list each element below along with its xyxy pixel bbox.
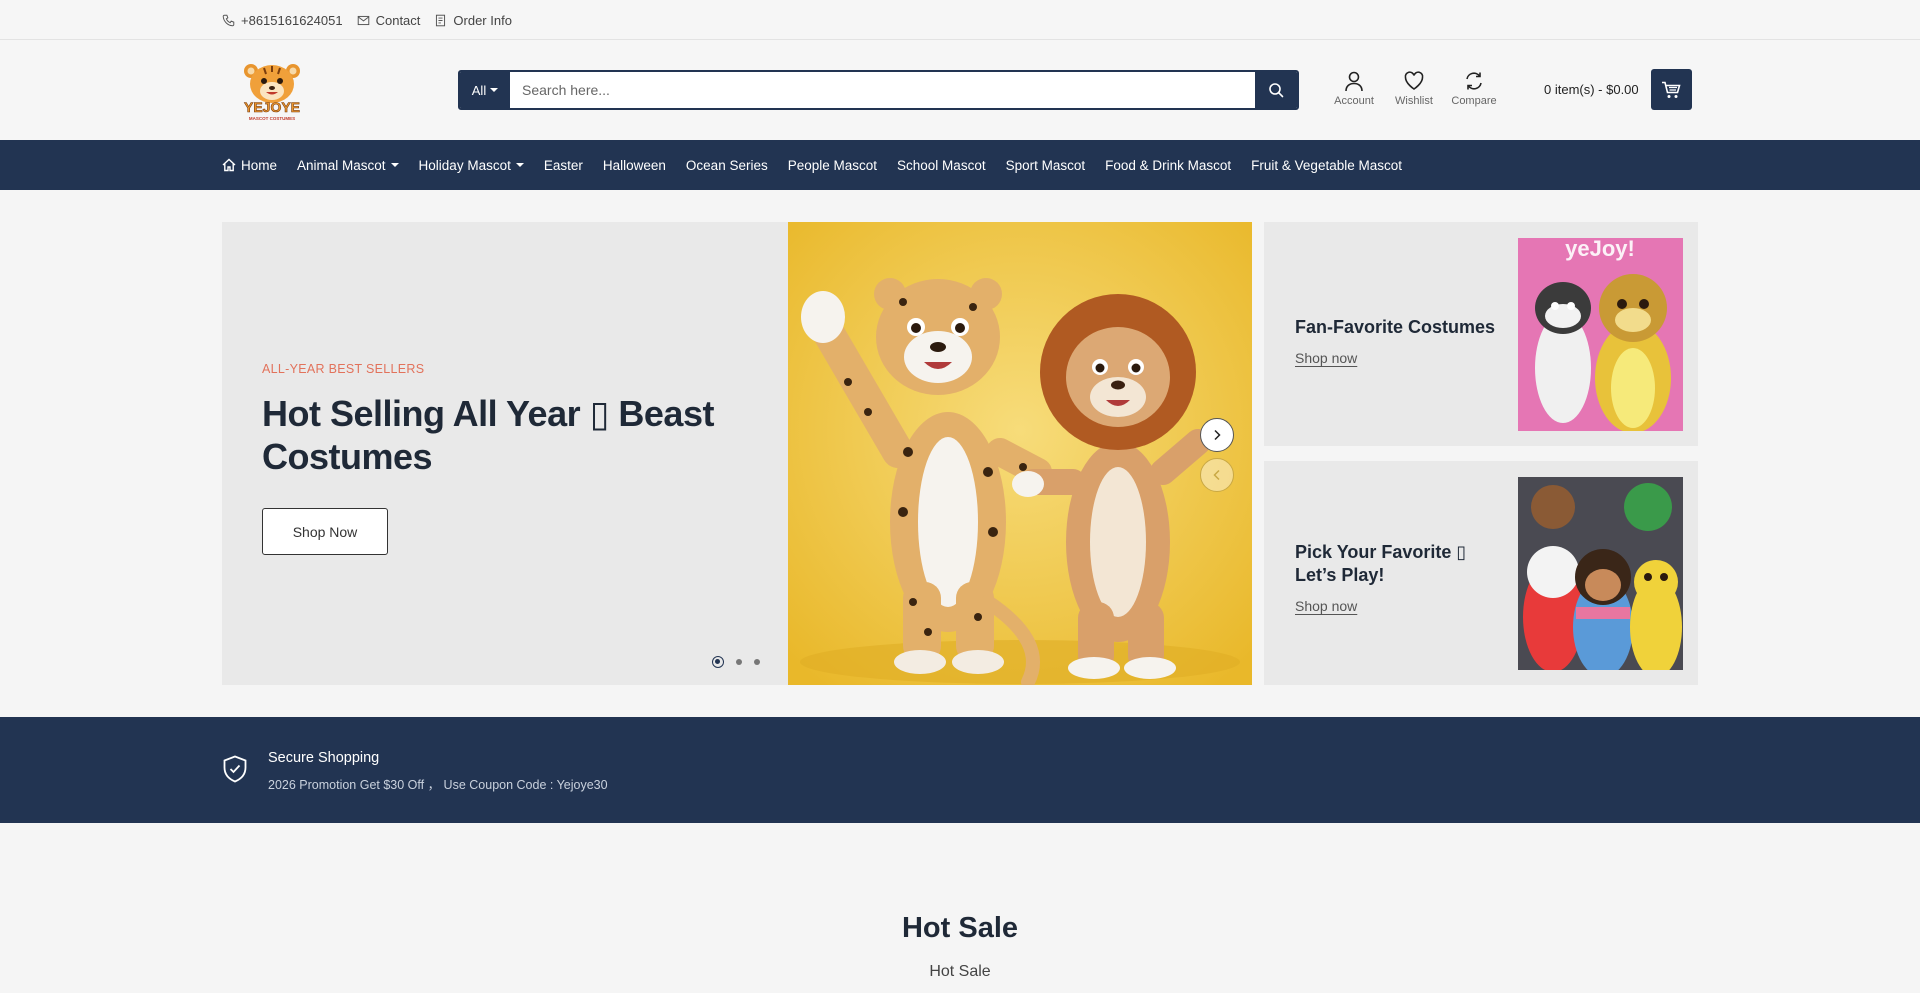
banner-shop-now-link[interactable]: Shop now	[1295, 598, 1357, 614]
nav-label: Sport Mascot	[1005, 157, 1086, 173]
nav-item-easter[interactable]: Easter	[544, 158, 583, 173]
feature-title: Secure Shopping	[268, 750, 380, 766]
contact-label: Contact	[375, 12, 421, 28]
hero-subtitle: ALL-YEAR BEST SELLERS	[262, 362, 425, 376]
hero-title: Hot Selling All Year ▯ Beast Costumes	[262, 393, 714, 477]
slider-dot-1[interactable]	[712, 656, 724, 668]
svg-text:YEJOYE: YEJOYE	[244, 99, 300, 115]
banner-shop-now-link[interactable]: Shop now	[1295, 350, 1357, 366]
account-label: Account	[1334, 95, 1374, 107]
banner-title: Pick Your Favorite ▯ Let’s Play!	[1295, 542, 1467, 585]
nav-item-school-mascot[interactable]: School Mascot	[897, 158, 986, 173]
nav-item-animal-mascot[interactable]: Animal Mascot	[297, 158, 399, 173]
nav-label: Home	[241, 157, 278, 173]
header-actions: Account Wishlist Compare	[1330, 70, 1498, 107]
heart-icon	[1404, 71, 1424, 90]
shield-check-icon	[223, 755, 247, 783]
top-bar: +8615161624051 Contact Order Info	[0, 0, 1920, 40]
section-subtitle: Hot Sale	[929, 963, 991, 980]
slider-prev-button[interactable]	[1200, 458, 1234, 492]
section-title: Hot Sale	[901, 912, 1019, 944]
refresh-icon	[1466, 72, 1482, 90]
chevron-down-icon	[390, 163, 399, 167]
nav-label: Animal Mascot	[297, 157, 386, 173]
banner-mascot-image: yeJoy!	[1518, 238, 1683, 431]
nav-item-people-mascot[interactable]: People Mascot	[788, 158, 877, 173]
contact-link[interactable]: Contact	[357, 12, 421, 28]
nav-item-fruit-vegetable-mascot[interactable]: Fruit & Vegetable Mascot	[1251, 158, 1402, 173]
slider-dot-3[interactable]	[754, 659, 760, 665]
nav-item-holiday-mascot[interactable]: Holiday Mascot	[419, 158, 524, 173]
chevron-right-icon	[1214, 429, 1221, 441]
nav-label: Halloween	[602, 157, 666, 173]
chevron-down-icon	[515, 163, 524, 167]
nav-label: Ocean Series	[685, 157, 768, 173]
wishlist-button[interactable]: Wishlist	[1390, 70, 1438, 107]
user-icon	[1345, 71, 1363, 92]
order-info-label: Order Info	[453, 12, 512, 28]
nav-label: Holiday Mascot	[418, 157, 511, 173]
phone-number: +8615161624051	[241, 12, 343, 28]
document-icon	[436, 14, 446, 26]
slider-dot-2[interactable]	[736, 659, 742, 665]
nav-label: Fruit & Vegetable Mascot	[1251, 157, 1402, 173]
mail-icon	[357, 15, 369, 25]
phone-icon	[222, 14, 235, 26]
nav-item-ocean-series[interactable]: Ocean Series	[686, 158, 768, 173]
search-category-label: All	[471, 82, 487, 98]
search-input[interactable]	[510, 72, 1255, 108]
nav-label: School Mascot	[897, 157, 986, 173]
slider-pagination	[712, 656, 760, 668]
nav-item-home[interactable]: Home	[222, 158, 277, 173]
header: YEJOYE MASCOT COSTUMES All Account Wishl…	[0, 40, 1920, 140]
nav-label: Food & Drink Mascot	[1105, 157, 1232, 173]
slider-next-button[interactable]	[1200, 418, 1234, 452]
feature-description: 2026 Promotion Get $30 Off ， Use Coupon …	[268, 778, 608, 792]
nav-item-halloween[interactable]: Halloween	[603, 158, 666, 173]
cart-button[interactable]: 0 item(s) - $0.00	[1544, 69, 1692, 110]
search-button[interactable]	[1255, 72, 1297, 108]
search-category-dropdown[interactable]: All	[460, 72, 510, 108]
cart-icon-button[interactable]	[1650, 69, 1692, 110]
tiger-logo-icon: YEJOYE MASCOT COSTUMES	[244, 64, 300, 121]
feature-strip: Secure Shopping 2026 Promotion Get $30 O…	[0, 717, 1920, 823]
promo-banner-fan-favorite[interactable]: Fan-Favorite Costumes Shop now yeJoy!	[1264, 222, 1698, 446]
phone-link[interactable]: +8615161624051	[222, 13, 343, 28]
main-navigation: Home Animal Mascot Holiday Mascot Easter…	[0, 140, 1920, 190]
cart-summary: 0 item(s) - $0.00	[1544, 82, 1639, 97]
hero-shop-now-button[interactable]: Shop Now	[262, 508, 388, 555]
wishlist-label: Wishlist	[1395, 95, 1433, 107]
compare-button[interactable]: Compare	[1450, 70, 1498, 107]
nav-item-food-drink-mascot[interactable]: Food & Drink Mascot	[1105, 158, 1231, 173]
compare-label: Compare	[1451, 95, 1497, 107]
shopping-cart-icon	[1662, 81, 1681, 98]
chevron-left-icon	[1213, 469, 1220, 481]
site-logo[interactable]: YEJOYE MASCOT COSTUMES	[236, 58, 308, 122]
svg-text:MASCOT COSTUMES: MASCOT COSTUMES	[249, 116, 295, 121]
search-icon	[1269, 83, 1284, 98]
search-bar: All	[458, 70, 1299, 110]
svg-text:yeJoy!: yeJoy!	[1565, 238, 1635, 261]
promo-banner-pick-favorite[interactable]: Pick Your Favorite ▯ Let’s Play! Shop no…	[1264, 461, 1698, 685]
hero-mascot-image	[788, 222, 1252, 685]
nav-item-sport-mascot[interactable]: Sport Mascot	[1006, 158, 1086, 173]
chevron-down-icon	[490, 88, 499, 92]
order-info-link[interactable]: Order Info	[434, 13, 512, 28]
home-icon	[222, 158, 236, 172]
banner-mascot-image	[1518, 477, 1683, 670]
nav-label: Easter	[543, 157, 583, 173]
account-button[interactable]: Account	[1330, 70, 1378, 107]
hero-slider: ALL-YEAR BEST SELLERS Hot Selling All Ye…	[222, 222, 1252, 685]
nav-label: People Mascot	[787, 157, 878, 173]
banner-title: Fan-Favorite Costumes	[1295, 317, 1496, 337]
